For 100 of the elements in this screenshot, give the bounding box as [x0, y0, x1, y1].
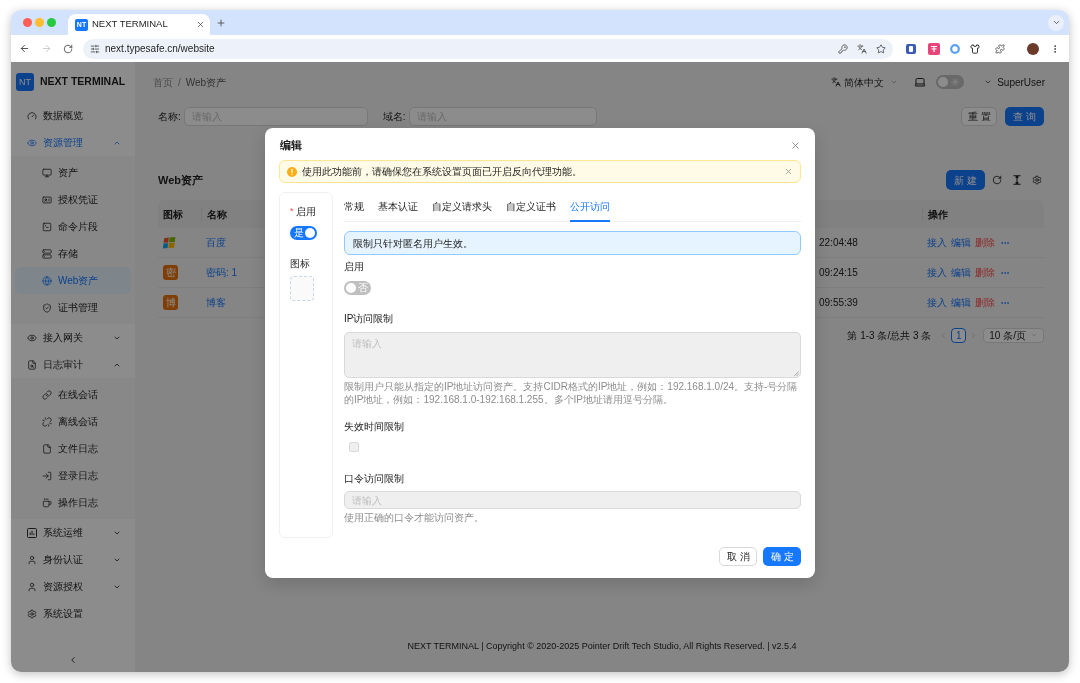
sidebar-item[interactable]: 存储: [15, 240, 131, 267]
action-link[interactable]: 编辑: [951, 265, 971, 280]
window-close-icon[interactable]: [22, 18, 32, 27]
back-icon[interactable]: [18, 43, 30, 54]
sidebar-item[interactable]: 离线会话: [15, 408, 131, 435]
url-text: next.typesafe.cn/website: [105, 42, 215, 56]
file-search-icon: [27, 359, 37, 370]
eye-icon: [27, 137, 37, 148]
brand-name: NEXT TERMINAL: [40, 74, 126, 90]
asset-name-link[interactable]: 密码: 1: [206, 265, 238, 280]
letter-tile: 博: [163, 295, 178, 310]
resize-handle-icon[interactable]: [794, 371, 799, 376]
site-settings-icon[interactable]: [90, 43, 100, 54]
reload-icon[interactable]: [63, 43, 73, 54]
sidebar-item[interactable]: 数据概览: [15, 102, 131, 129]
laptop-icon[interactable]: [914, 76, 927, 88]
terminal-icon: [42, 221, 52, 232]
eye-icon: [27, 332, 37, 343]
collapse-icon[interactable]: [68, 655, 78, 665]
action-link[interactable]: 接入: [927, 295, 947, 310]
close-icon[interactable]: [196, 20, 205, 29]
sidebar-group[interactable]: 系统运维: [15, 519, 131, 546]
column-header: 图标: [162, 207, 184, 222]
theme-switch[interactable]: [936, 75, 965, 89]
action-link[interactable]: 编辑: [951, 235, 971, 250]
asset-name-link[interactable]: 博客: [206, 295, 226, 310]
key-icon[interactable]: [838, 43, 848, 54]
alert-text: 使用此功能前，请确保您在系统设置页面已开启反向代理功能。: [302, 165, 582, 179]
sidebar-item[interactable]: 资产: [15, 159, 131, 186]
filter-label: 域名:: [382, 110, 406, 124]
window-zoom-icon[interactable]: [46, 18, 56, 27]
sidebar-item[interactable]: 证书管理: [15, 294, 131, 321]
default-button[interactable]: 取消: [719, 547, 757, 566]
help-text: 使用正确的口令才能访问资产。: [344, 511, 485, 524]
required-mark: *: [290, 206, 294, 216]
sidebar-item[interactable]: 文件日志: [15, 435, 131, 462]
sidebar-group[interactable]: 资源授权: [15, 573, 131, 600]
login-icon: [42, 470, 52, 481]
field-label: 启用: [295, 204, 316, 219]
ring-icon[interactable]: [950, 43, 960, 54]
primary-button[interactable]: 查询: [1005, 107, 1044, 126]
primary-button[interactable]: 确定: [763, 547, 801, 566]
chevron-down-icon: [890, 78, 899, 86]
star-icon[interactable]: [876, 43, 886, 54]
default-button[interactable]: 重置: [961, 107, 997, 126]
extension-tile-icon[interactable]: [928, 42, 940, 55]
page-size-select[interactable]: 10 条/页: [983, 327, 1044, 343]
language-select[interactable]: 简体中文: [831, 74, 899, 90]
enable-switch[interactable]: 是: [290, 226, 317, 240]
sidebar-group[interactable]: 日志审计: [15, 351, 131, 378]
sidebar-item[interactable]: 操作日志: [15, 489, 131, 516]
translate-icon[interactable]: [857, 43, 867, 54]
asset-name-link[interactable]: 百度: [206, 235, 226, 250]
gauge-icon: [27, 110, 37, 121]
sidebar-item[interactable]: Web资产: [15, 267, 131, 294]
field-label: 口令访问限制: [344, 472, 405, 486]
pagination-summary: 第 1-3 条/总共 3 条: [847, 328, 932, 343]
shirt-icon[interactable]: [970, 43, 980, 54]
alert-text: 限制只针对匿名用户生效。: [353, 236, 473, 251]
close-icon[interactable]: [790, 139, 801, 151]
user-menu[interactable]: SuperUser: [984, 74, 1045, 90]
refresh-icon[interactable]: [992, 175, 1002, 185]
table-cell-text: 09:55:39: [819, 296, 858, 310]
settings-icon: [27, 608, 37, 619]
sidebar-group[interactable]: 资源管理: [15, 129, 131, 156]
user-icon: [27, 554, 37, 565]
action-link[interactable]: 接入: [927, 265, 947, 280]
chart-icon: [27, 527, 37, 538]
column-header: 操作: [922, 206, 1044, 222]
file-icon: [42, 443, 52, 454]
extension-icon[interactable]: [906, 43, 916, 54]
sidebar-item[interactable]: 命令片段: [15, 213, 131, 240]
chevron-down-icon: [984, 78, 993, 86]
sidebar-group[interactable]: 接入网关: [15, 324, 131, 351]
action-link[interactable]: 接入: [927, 235, 947, 250]
help-text: 限制用户只能从指定的IP地址访问资产。支持CIDR格式的IP地址，例如：192.168.1.0/24。支持-号分隔的IP地址，例如：192.168.1.0-192.168.1.255。多个IP地址请用逗号分隔。: [344, 380, 799, 406]
settings-icon[interactable]: [1032, 175, 1042, 185]
new-button[interactable]: 新建: [946, 170, 985, 190]
tab[interactable]: 公开访问: [570, 192, 610, 222]
page-button[interactable]: 1: [951, 327, 967, 343]
close-icon[interactable]: [784, 167, 793, 176]
id-card-icon: [42, 194, 52, 205]
letter-tile: 密: [163, 265, 178, 280]
globe-icon: [42, 275, 52, 286]
field-label: 失效时间限制: [344, 420, 404, 434]
column-height-icon[interactable]: [1012, 175, 1022, 185]
sidebar-item[interactable]: 在线会话: [15, 381, 131, 408]
avatar-icon[interactable]: [1027, 42, 1039, 55]
address-bar[interactable]: next.typesafe.cn/website: [83, 38, 893, 59]
new-tab-icon[interactable]: [216, 17, 226, 28]
sidebar-group[interactable]: 身份认证: [15, 546, 131, 573]
sidebar-item[interactable]: 登录日志: [15, 462, 131, 489]
brand-logo: NT: [16, 73, 34, 91]
sidebar-item[interactable]: 授权凭证: [15, 186, 131, 213]
chevron-down-icon: [1051, 18, 1061, 27]
breadcrumb-separator: /: [178, 75, 181, 90]
action-link[interactable]: 编辑: [951, 295, 971, 310]
sidebar-item[interactable]: 系统设置: [15, 600, 131, 627]
puzzle-icon[interactable]: [995, 43, 1005, 54]
monitor-icon: [42, 167, 52, 178]
